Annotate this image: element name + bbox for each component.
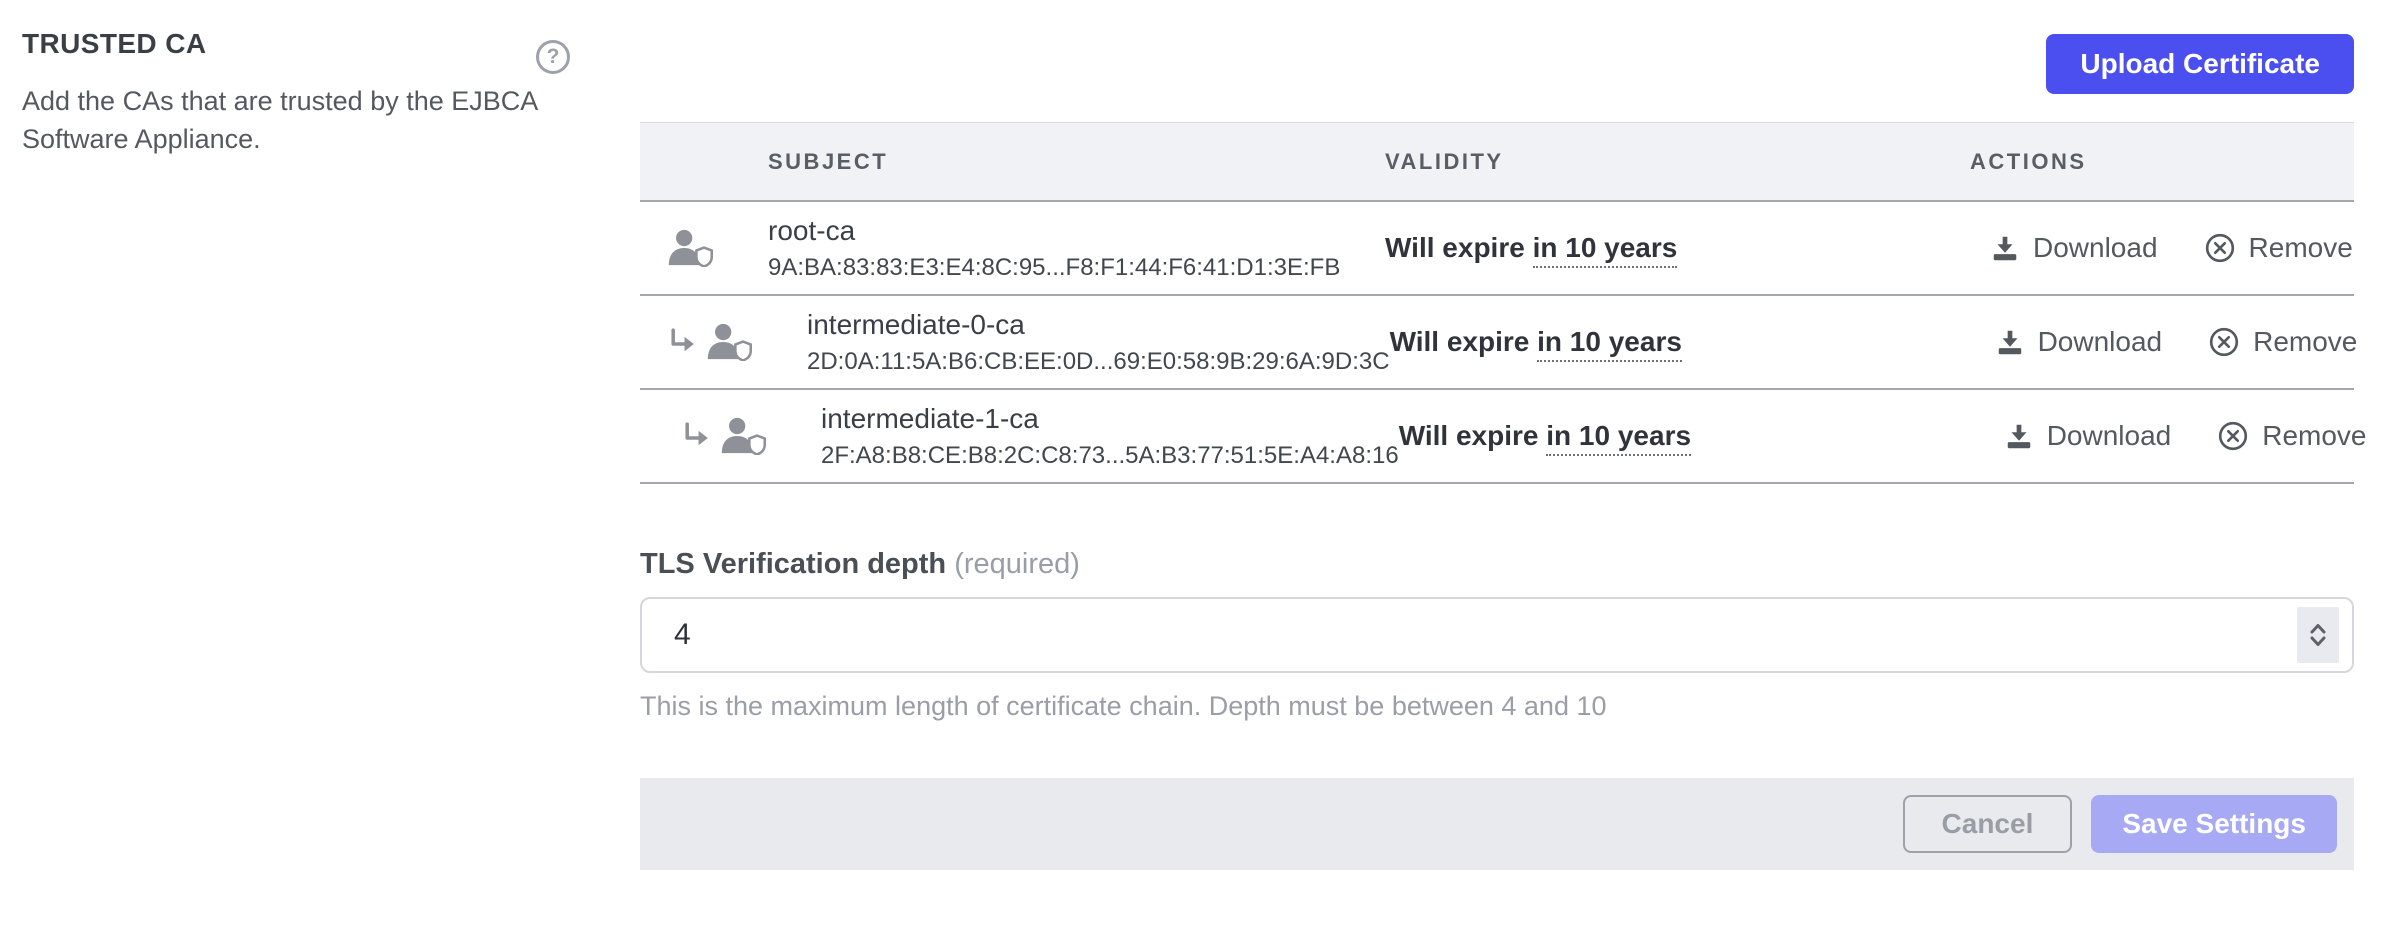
column-header-validity: VALIDITY xyxy=(1385,149,1970,175)
remove-button[interactable]: Remove xyxy=(2208,326,2357,358)
validity-tooltip-trigger[interactable]: in 10 years xyxy=(1546,420,1691,456)
validity-prefix: Will expire xyxy=(1390,326,1538,357)
validity-prefix: Will expire xyxy=(1385,232,1533,263)
actions-cell: Download Remove xyxy=(1984,420,2367,452)
ca-user-shield-icon xyxy=(706,323,753,361)
validity-prefix: Will expire xyxy=(1399,420,1547,451)
remove-icon xyxy=(2208,326,2240,358)
download-icon xyxy=(1990,233,2020,263)
subject-cell: root-ca 9A:BA:83:83:E3:E4:8C:95...F8:F1:… xyxy=(640,215,1385,282)
level-down-arrow-icon xyxy=(681,421,712,452)
remove-label: Remove xyxy=(2262,420,2366,452)
subject-text: intermediate-1-ca 2F:A8:B8:CE:B8:2C:C8:7… xyxy=(821,403,1399,470)
ca-user-shield-icon xyxy=(720,417,767,455)
section-intro: TRUSTED CA Add the CAs that are trusted … xyxy=(22,28,588,159)
download-button[interactable]: Download xyxy=(1990,232,2158,264)
stepper-chevrons-icon xyxy=(2308,619,2328,651)
download-button[interactable]: Download xyxy=(1995,326,2163,358)
ca-fingerprint: 2D:0A:11:5A:B6:CB:EE:0D...69:E0:58:9B:29… xyxy=(807,348,1390,376)
tls-depth-input[interactable] xyxy=(642,599,2352,671)
page-title: TRUSTED CA xyxy=(22,28,588,60)
remove-icon xyxy=(2217,420,2249,452)
table-row: intermediate-0-ca 2D:0A:11:5A:B6:CB:EE:0… xyxy=(640,296,2354,390)
download-icon xyxy=(2004,421,2034,451)
column-header-subject: SUBJECT xyxy=(640,149,1385,175)
subject-text: root-ca 9A:BA:83:83:E3:E4:8C:95...F8:F1:… xyxy=(768,215,1340,282)
tls-depth-help-text: This is the maximum length of certificat… xyxy=(640,691,2354,722)
ca-fingerprint: 2F:A8:B8:CE:B8:2C:C8:73...5A:B3:77:51:5E… xyxy=(821,442,1399,470)
ca-user-shield-icon xyxy=(667,229,714,267)
subject-cell: intermediate-1-ca 2F:A8:B8:CE:B8:2C:C8:7… xyxy=(640,403,1399,470)
download-label: Download xyxy=(2038,326,2163,358)
actions-cell: Download Remove xyxy=(1970,232,2354,264)
cancel-button[interactable]: Cancel xyxy=(1903,795,2073,853)
subject-cell: intermediate-0-ca 2D:0A:11:5A:B6:CB:EE:0… xyxy=(640,309,1390,376)
question-mark-glyph: ? xyxy=(547,45,560,69)
remove-button[interactable]: Remove xyxy=(2204,232,2353,264)
download-label: Download xyxy=(2047,420,2172,452)
remove-icon xyxy=(2204,232,2236,264)
table-row: root-ca 9A:BA:83:83:E3:E4:8C:95...F8:F1:… xyxy=(640,202,2354,296)
validity-cell: Will expire in 10 years xyxy=(1390,326,1975,358)
ca-name: intermediate-1-ca xyxy=(821,403,1399,435)
actions-cell: Download Remove xyxy=(1975,326,2358,358)
subject-text: intermediate-0-ca 2D:0A:11:5A:B6:CB:EE:0… xyxy=(807,309,1390,376)
tls-depth-label-text: TLS Verification depth xyxy=(640,548,946,580)
download-icon xyxy=(1995,327,2025,357)
tls-depth-section: TLS Verification depth (required) This i… xyxy=(640,548,2354,722)
table-row: intermediate-1-ca 2F:A8:B8:CE:B8:2C:C8:7… xyxy=(640,390,2354,484)
save-settings-button[interactable]: Save Settings xyxy=(2091,795,2337,853)
ca-name: intermediate-0-ca xyxy=(807,309,1390,341)
column-header-actions: ACTIONS xyxy=(1970,149,2354,175)
ca-name: root-ca xyxy=(768,215,1340,247)
remove-label: Remove xyxy=(2249,232,2353,264)
tls-depth-input-wrap xyxy=(640,597,2354,673)
validity-cell: Will expire in 10 years xyxy=(1399,420,1984,452)
number-stepper[interactable] xyxy=(2297,607,2339,663)
required-hint: (required) xyxy=(954,548,1080,580)
help-icon[interactable]: ? xyxy=(536,40,570,74)
download-button[interactable]: Download xyxy=(2004,420,2172,452)
trusted-ca-panel: Upload Certificate SUBJECT VALIDITY ACTI… xyxy=(640,0,2354,870)
footer-action-bar: Cancel Save Settings xyxy=(640,778,2354,870)
table-header-row: SUBJECT VALIDITY ACTIONS xyxy=(640,122,2354,202)
ca-fingerprint: 9A:BA:83:83:E3:E4:8C:95...F8:F1:44:F6:41… xyxy=(768,254,1340,282)
remove-button[interactable]: Remove xyxy=(2217,420,2366,452)
validity-cell: Will expire in 10 years xyxy=(1385,232,1970,264)
remove-label: Remove xyxy=(2253,326,2357,358)
toolbar: Upload Certificate xyxy=(640,0,2354,94)
validity-tooltip-trigger[interactable]: in 10 years xyxy=(1537,326,1682,362)
validity-tooltip-trigger[interactable]: in 10 years xyxy=(1533,232,1678,268)
level-down-arrow-icon xyxy=(667,327,698,358)
trusted-ca-table: SUBJECT VALIDITY ACTIONS root-ca 9A:BA:8… xyxy=(640,122,2354,484)
download-label: Download xyxy=(2033,232,2158,264)
page-description: Add the CAs that are trusted by the EJBC… xyxy=(22,82,588,159)
tls-depth-label: TLS Verification depth (required) xyxy=(640,548,2354,581)
upload-certificate-button[interactable]: Upload Certificate xyxy=(2046,34,2354,94)
